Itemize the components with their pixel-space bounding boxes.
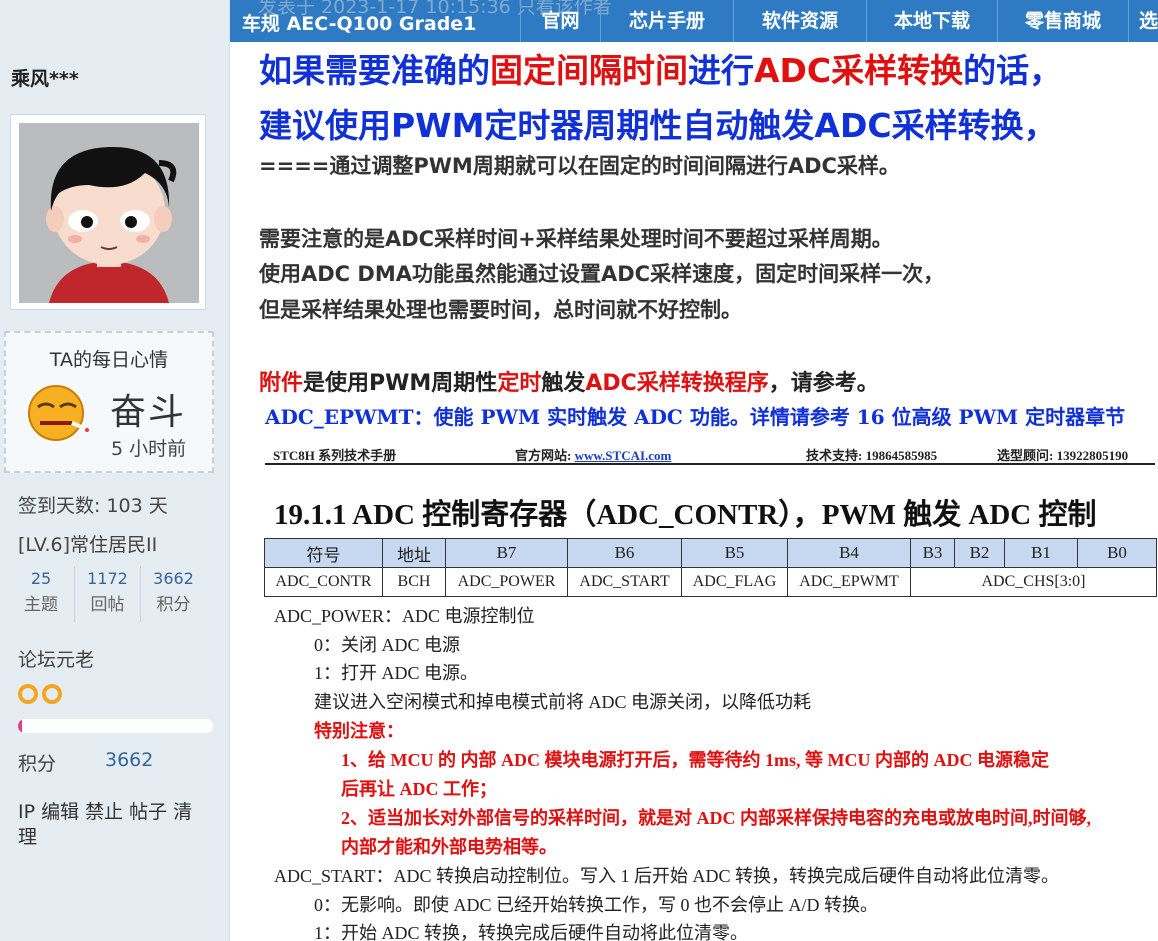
user-rank-link[interactable]: 论坛元老 (18, 645, 94, 672)
desc-start-1: 1：开始 ADC 转换，转换完成后硬件自动将此位清零。 (314, 923, 749, 941)
note-2b: 内部才能和外部电势相等。 (341, 837, 557, 857)
user-level-link[interactable]: [LV.6]常住居民II (18, 530, 157, 557)
manual-support: 技术支持: 19864585985 (806, 448, 938, 463)
table-header-cell: B7 (445, 538, 568, 568)
post-line-2: 建议使用PWM定时器周期性自动触发ADC采样转换， (259, 106, 1057, 145)
points-value: 3662 (105, 749, 154, 771)
username-link[interactable]: 乘风*** (11, 64, 79, 91)
table-cell: ADC_FLAG (681, 567, 788, 597)
nav-item-chip-manual[interactable]: 芯片手册 (600, 0, 733, 42)
points-label: 积分 (18, 753, 57, 775)
nav-item-software[interactable]: 软件资源 (733, 0, 866, 42)
table-header-cell: B0 (1077, 538, 1157, 568)
text-span: 是使用PWM周期性 (303, 371, 498, 396)
note-2a: 2、适当加长对外部信号的采样时间，就是对 ADC 内部采样保持电容的充电或放电时… (341, 808, 1091, 828)
site-label: 官方网站: (515, 448, 575, 463)
note-1a: 1、给 MCU 的 内部 ADC 模块电源打开后，需等待约 1ms, 等 MCU… (341, 750, 1049, 770)
table-cell: ADC_START (567, 567, 682, 597)
level-progress-bar (18, 719, 213, 733)
checkin-days: 签到天数: 103 天 (18, 495, 168, 517)
stat-replies-count: 1172 (87, 569, 128, 588)
level-progress-fill (18, 719, 22, 733)
attachment-note: 附件是使用PWM周期性定时触发ADC采样转换程序，请参考。 (259, 365, 879, 397)
user-sidebar: 乘风*** TA的每日心情 奋斗 5 小时前 签到天数: 103 天 [LV.6… (0, 0, 230, 941)
manual-site: 官方网站: www.STCAI.com (515, 445, 671, 464)
stat-replies[interactable]: 1172 回帖 (74, 566, 140, 622)
desc-power-1: 1：打开 ADC 电源。 (314, 663, 479, 683)
stat-threads-count: 25 (30, 569, 52, 588)
post-line-1: 如果需要准确的固定间隔时间进行ADC采样转换的话， (259, 44, 1062, 92)
admin-links[interactable]: IP 编辑 禁止 帖子 清理 (18, 800, 208, 850)
mood-text: 奋斗 (110, 392, 187, 433)
stat-points-label: 积分 (156, 595, 191, 615)
text-span: 的话， (963, 51, 1063, 90)
desc-power-hint: 建议进入空闲模式和掉电模式前将 ADC 电源关闭，以降低功耗 (314, 692, 812, 712)
table-header-row: 符号 地址 B7 B6 B5 B4 B3 B2 B1 B0 (264, 538, 1157, 568)
section-title: 19.1.1 ADC 控制寄存器（ADC_CONTR），PWM 触发 ADC 控… (274, 499, 1097, 531)
manual-title: STC8H 系列技术手册 (273, 448, 397, 463)
table-header-cell: B4 (787, 538, 911, 568)
desc-power-title: ADC_POWER：ADC 电源控制位 (274, 606, 535, 626)
desc-power-0: 0：关闭 ADC 电源 (314, 635, 461, 655)
avatar[interactable] (10, 114, 206, 310)
epwmt-description: ADC_EPWMT：使能 PWM 实时触发 ADC 功能。详情请参考 16 位高… (265, 405, 1126, 429)
desc-start-title: ADC_START：ADC 转换启动控制位。写入 1 后开始 ADC 转换，转换… (274, 866, 1059, 886)
stat-replies-label: 回帖 (90, 595, 125, 615)
sun-icon (18, 684, 38, 704)
text-span: 触发 (541, 371, 586, 396)
post-line-4: 需要注意的是ADC采样时间+采样结果处理时间不要超过采样周期。 (259, 227, 893, 251)
struggle-emoji-icon (28, 385, 89, 441)
table-cell: ADC_CONTR (264, 567, 383, 597)
stat-threads-label: 主题 (24, 595, 58, 615)
post-line-6: 但是采样结果处理也需要时间，总时间就不好控制。 (259, 298, 742, 322)
nav-item-official-site[interactable]: 官网 (520, 0, 600, 42)
highlight-span: ADC采样转换程序 (585, 371, 769, 396)
table-header-cell: B2 (954, 538, 1005, 568)
table-header-cell: 地址 (382, 538, 446, 568)
text-span: 进行 (688, 51, 754, 90)
nav-item-local-download[interactable]: 本地下载 (866, 0, 997, 42)
table-cell: ADC_POWER (445, 567, 568, 597)
table-header-cell: B6 (567, 538, 682, 568)
table-header-cell: B5 (681, 538, 788, 568)
highlight-span: ADC采样转换 (754, 51, 964, 90)
manual-advisor: 选型顾问: 13922805190 (997, 448, 1129, 463)
table-header-cell: B1 (1004, 538, 1078, 568)
table-cell: ADC_EPWMT (787, 567, 911, 597)
note-title: 特别注意： (314, 721, 404, 741)
highlight-span: 定时 (497, 371, 542, 396)
manual-header: STC8H 系列技术手册 官方网站: www.STCAI.com 技术支持: 1… (265, 441, 1155, 465)
stat-threads[interactable]: 25 主题 (8, 566, 74, 622)
post-line-3: ====通过调整PWM周期就可以在固定的时间间隔进行ADC采样。 (259, 154, 900, 178)
mood-time: 5 小时前 (111, 438, 187, 460)
attachment-link[interactable]: 附件 (259, 371, 303, 396)
mood-title: TA的每日心情 (49, 349, 169, 371)
site-url-link[interactable]: www.STCAI.com (575, 448, 672, 463)
table-cell: BCH (382, 567, 446, 597)
text-span: ，请参考。 (768, 371, 879, 396)
table-cell: ADC_CHS[3:0] (910, 567, 1157, 597)
user-stats: 25 主题 1172 回帖 3662 积分 (8, 566, 208, 622)
sun-icon (42, 684, 62, 704)
daily-mood-box: TA的每日心情 奋斗 5 小时前 (4, 331, 214, 473)
post-line-5: 使用ADC DMA功能虽然能通过设置ADC采样速度，固定时间采样一次， (259, 262, 945, 286)
rank-stars (18, 684, 66, 708)
stat-points-count: 3662 (153, 569, 194, 588)
stat-points[interactable]: 3662 积分 (140, 566, 206, 622)
table-header-cell: B3 (910, 538, 955, 568)
table-row: ADC_CONTR BCH ADC_POWER ADC_START ADC_FL… (264, 567, 1157, 597)
note-1b: 后再让 ADC 工作； (341, 779, 497, 799)
nav-item-more[interactable]: 选 (1128, 0, 1158, 42)
avatar-image (19, 123, 199, 303)
desc-start-0: 0：无影响。即使 ADC 已经开始转换工作，写 0 也不会停止 A/D 转换。 (314, 895, 879, 915)
highlight-span: 固定间隔时间 (490, 51, 688, 90)
nav-item-retail-store[interactable]: 零售商城 (997, 0, 1128, 42)
table-header-cell: 符号 (264, 538, 383, 568)
post-content: 如果需要准确的固定间隔时间进行ADC采样转换的话， 建议使用PWM定时器周期性自… (230, 42, 1158, 941)
register-table: 符号 地址 B7 B6 B5 B4 B3 B2 B1 B0 ADC_CONTR … (264, 538, 1157, 597)
text-span: 如果需要准确的 (259, 51, 490, 90)
